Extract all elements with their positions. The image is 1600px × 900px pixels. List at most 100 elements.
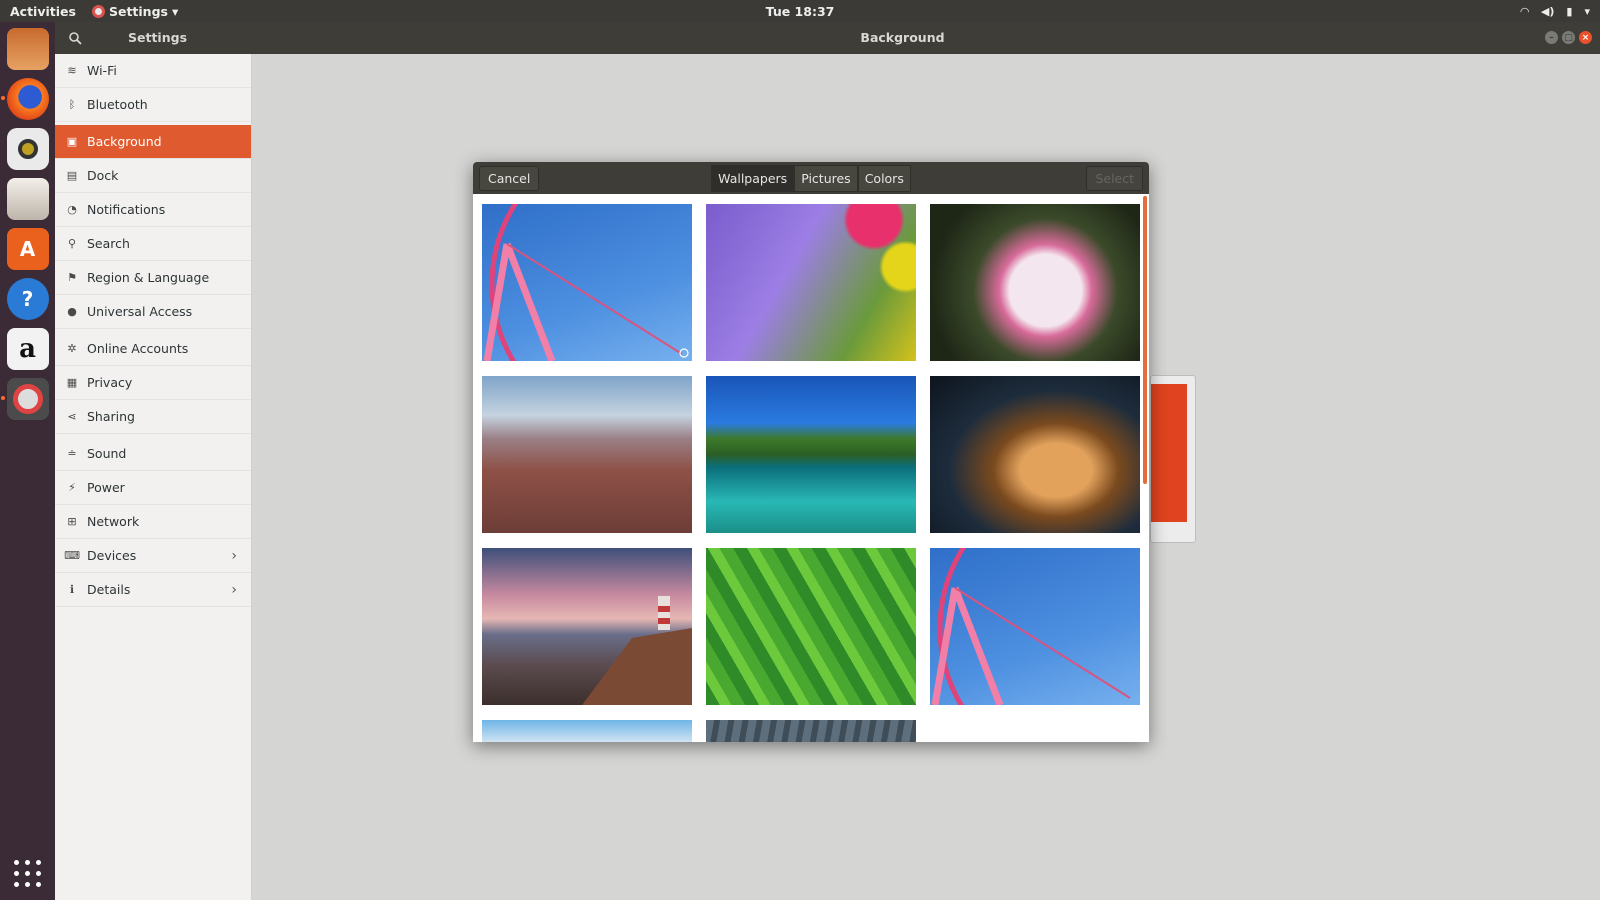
notifications-icon: ◔ (67, 203, 77, 216)
ferris-wheel-image (931, 548, 1131, 705)
chevron-down-icon: ▾ (171, 3, 179, 19)
wallpaper-thumb-ferris-wheel-2[interactable] (930, 548, 1140, 705)
wallpaper-thumb-pier[interactable] (706, 720, 916, 742)
sidebar-item-sharing[interactable]: ⋖ Sharing (55, 400, 251, 434)
wallpaper-thumb-canyon[interactable] (482, 376, 692, 533)
sound-icon: ≐ (67, 447, 77, 460)
clock[interactable]: Tue 18:37 (766, 4, 835, 19)
sidebar-item-sound[interactable]: ≐ Sound (55, 437, 251, 471)
app-menu-label: Settings (108, 3, 168, 19)
wifi-icon: ≋ (67, 64, 77, 77)
dialog-tabs: Wallpapers Pictures Colors (711, 164, 911, 192)
sidebar-item-notifications[interactable]: ◔ Notifications (55, 193, 251, 227)
minimize-icon[interactable]: – (1545, 31, 1558, 44)
sidebar-item-power[interactable]: ⚡ Power (55, 471, 251, 505)
region-icon: ⚑ (67, 271, 77, 284)
sidebar-item-label: Bluetooth (87, 97, 148, 112)
sidebar-item-dock[interactable]: ▤ Dock (55, 159, 251, 193)
wallpaper-thumb-island[interactable] (706, 376, 916, 533)
volume-icon[interactable]: ◀) (1541, 5, 1555, 18)
dock-icon: ▤ (66, 169, 78, 182)
network-icon: ⊞ (67, 515, 77, 528)
sidebar-item-label: Wi-Fi (87, 63, 117, 78)
details-icon: ℹ (69, 583, 75, 596)
app-menu[interactable]: Settings ▾ (86, 4, 178, 19)
sidebar-item-label: Universal Access (87, 304, 193, 319)
chevron-down-icon[interactable]: ▾ (1584, 5, 1590, 18)
wallpaper-thumb-guitar[interactable] (930, 376, 1140, 533)
wallpaper-grid (482, 204, 1142, 742)
chevron-right-icon: › (231, 581, 237, 598)
battery-icon[interactable]: ▮ (1566, 5, 1572, 18)
background-preview[interactable] (1150, 375, 1196, 543)
background-swatch (1151, 384, 1187, 522)
file-manager-icon[interactable] (6, 178, 49, 220)
sidebar-item-online-accounts[interactable]: ✲ Online Accounts (55, 332, 251, 366)
close-icon[interactable]: × (1579, 31, 1592, 44)
amazon-icon[interactable]: a (6, 328, 49, 370)
sidebar-item-devices[interactable]: ⌨ Devices › (55, 539, 251, 573)
privacy-icon: ▦ (66, 376, 78, 389)
sidebar-item-privacy[interactable]: ▦ Privacy (55, 366, 251, 400)
launcher-dock: A ? a (0, 22, 55, 900)
sidebar-item-bluetooth[interactable]: ᛒ Bluetooth (55, 88, 251, 122)
select-button[interactable]: Select (1086, 166, 1143, 191)
wallpaper-thumb-lighthouse[interactable] (482, 548, 692, 705)
lighthouse-image (582, 596, 692, 705)
cancel-button[interactable]: Cancel (479, 166, 540, 191)
sidebar-item-network[interactable]: ⊞ Network (55, 505, 251, 539)
sidebar-item-label: Details (87, 582, 131, 597)
maximize-icon[interactable]: □ (1562, 31, 1575, 44)
sidebar-item-details[interactable]: ℹ Details › (55, 573, 251, 607)
sidebar-item-label: Dock (87, 168, 119, 183)
sidebar-item-label: Search (87, 236, 130, 251)
window-header: Settings Background – □ × (55, 22, 1600, 54)
wifi-status-icon[interactable]: ◠ (1520, 5, 1528, 18)
universal-access-icon: ● (67, 305, 77, 318)
sidebar-item-universal-access[interactable]: ● Universal Access (55, 295, 251, 329)
wallpaper-thumb-ferris-wheel[interactable] (482, 204, 692, 361)
sidebar-item-region-language[interactable]: ⚑ Region & Language (55, 261, 251, 295)
bluetooth-icon: ᛒ (68, 98, 76, 111)
system-tray[interactable]: ◠ ◀) ▮ ▾ (1520, 5, 1590, 18)
files-app-icon[interactable] (6, 28, 49, 70)
sidebar-item-background[interactable]: ▣ Background (55, 125, 251, 159)
settings-app-icon (91, 4, 105, 18)
rhythmbox-icon[interactable] (6, 128, 49, 170)
sidebar-item-label: Network (87, 514, 140, 529)
dialog-scrollbar[interactable] (1143, 196, 1147, 484)
wallpaper-thumb-lavender[interactable] (706, 204, 916, 361)
sidebar-item-label: Background (87, 134, 162, 149)
software-center-icon[interactable]: A (6, 228, 49, 270)
sidebar-item-label: Online Accounts (87, 341, 189, 356)
background-icon: ▣ (66, 135, 78, 148)
ferris-wheel-image (483, 204, 689, 361)
wallpaper-thumb-lily[interactable] (930, 204, 1140, 361)
window-controls: – □ × (1545, 31, 1592, 44)
settings-icon[interactable] (0, 378, 49, 420)
activities-button[interactable]: Activities (0, 4, 86, 19)
page-title: Background (860, 30, 945, 45)
help-icon[interactable]: ? (6, 278, 49, 320)
sidebar-item-label: Region & Language (87, 270, 210, 285)
tab-pictures[interactable]: Pictures (794, 164, 858, 192)
power-icon: ⚡ (68, 481, 76, 494)
settings-sidebar: ≋ Wi-Fi ᛒ Bluetooth ▣ Background ▤ Dock … (55, 54, 252, 900)
devices-icon: ⌨ (64, 549, 80, 562)
tab-colors[interactable]: Colors (857, 164, 911, 192)
online-accounts-icon: ✲ (67, 342, 77, 355)
tab-wallpapers[interactable]: Wallpapers (711, 164, 795, 192)
sidebar-item-label: Privacy (87, 375, 133, 390)
show-applications-icon[interactable] (13, 860, 42, 888)
firefox-icon[interactable] (0, 78, 49, 120)
sidebar-item-label: Sound (87, 446, 127, 461)
wallpaper-thumb-sky[interactable] (482, 720, 692, 742)
wallpaper-dialog: Cancel Wallpapers Pictures Colors Select (473, 162, 1149, 742)
wallpaper-thumb-leaves[interactable] (706, 548, 916, 705)
search-icon: ⚲ (67, 237, 77, 250)
sidebar-item-wifi[interactable]: ≋ Wi-Fi (55, 54, 251, 88)
chevron-right-icon: › (231, 547, 237, 564)
sidebar-item-search[interactable]: ⚲ Search (55, 227, 251, 261)
sidebar-item-label: Sharing (87, 409, 135, 424)
dialog-header: Cancel Wallpapers Pictures Colors Select (473, 162, 1149, 194)
